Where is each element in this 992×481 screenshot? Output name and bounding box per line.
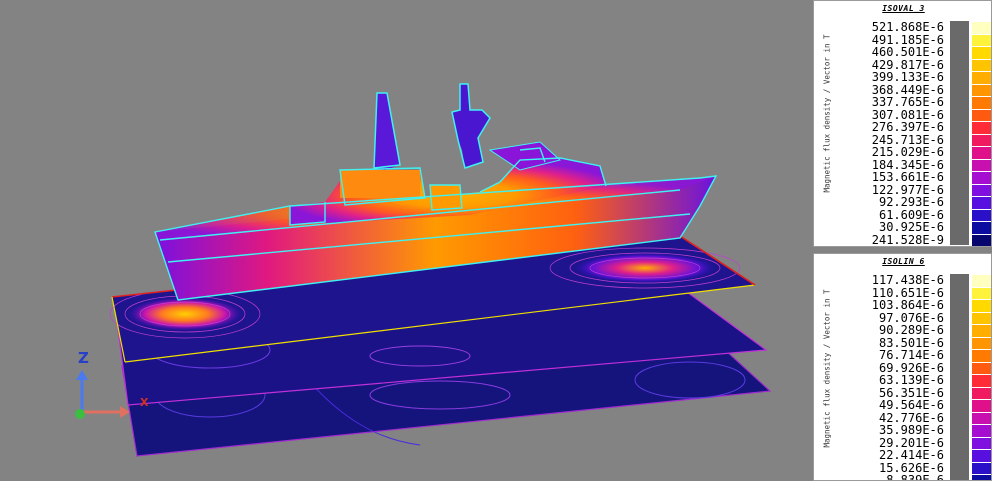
legend-swatch [972,461,991,475]
legend-swatch [972,349,991,362]
legend-swatch [972,183,991,197]
legend-swatch [972,46,991,59]
legend-gray-bar [950,274,969,480]
legend-swatch [972,386,991,400]
legend-swatch [972,324,991,337]
legend-gray-bar [950,21,969,245]
legend-swatch [972,299,991,312]
legend-title: ISOLIN_6 [882,257,925,266]
legend-swatch [972,21,991,34]
legend-swatch [972,33,991,47]
legend-isolin: ISOLIN_6 Magnetic flux density / Vector … [813,253,992,481]
legend-swatch [972,146,991,159]
axis-triad [75,370,130,419]
legend-swatch [972,424,991,437]
legend-swatch [972,474,991,480]
legend-swatch [972,233,991,246]
legend-swatch [972,449,991,462]
x-axis-label: X [140,396,149,409]
legend-swatch [972,196,991,209]
legend-swatch [972,121,991,134]
legend-swatch [972,221,991,234]
legend-swatch [972,108,991,122]
legend-swatch [972,336,991,350]
legend-swatch [972,311,991,325]
legend-swatch [972,133,991,147]
legend-swatch [972,58,991,72]
legend-swatch [972,158,991,172]
legend-isoval: ISOVAL_3 Magnetic flux density / Vector … [813,0,992,247]
legend-swatch [972,274,991,287]
legend-swatch [972,399,991,412]
z-axis-label: Z [78,349,89,367]
legend-swatch [972,286,991,300]
legend-value: 8.839E-6 [886,473,944,481]
legend-quantity: Magnetic flux density / Vector in T [822,289,832,448]
legend-value: 241.528E-9 [871,232,944,247]
legend-swatch [972,361,991,375]
legend-swatch [972,208,991,222]
legend-swatch [972,71,991,84]
legend-swatch [972,96,991,109]
legend-swatch [972,374,991,387]
legend-swatch [972,83,991,97]
legend-quantity: Magnetic flux density / Vector in T [822,34,832,193]
legend-swatch [972,436,991,450]
legend-swatch [972,171,991,184]
legend-swatch [972,411,991,425]
3d-viewport[interactable]: Z X [0,0,810,481]
ship-field-scene [75,83,772,457]
legend-title: ISOVAL_3 [882,4,925,13]
